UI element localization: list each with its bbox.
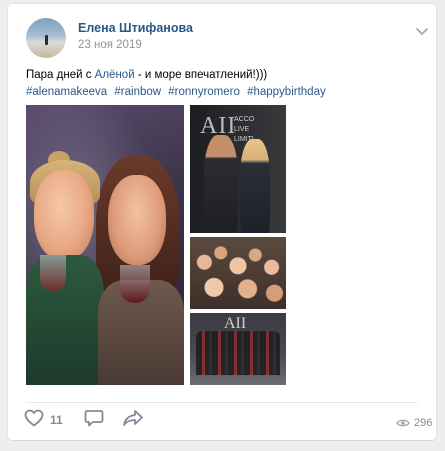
hashtag-link[interactable]: #ronnyromero bbox=[168, 86, 240, 98]
photo-group[interactable]: AII bbox=[190, 313, 286, 385]
hashtag-list: #alenamakeeva #rainbow #ronnyromero #hap… bbox=[26, 86, 326, 98]
heart-icon bbox=[24, 409, 44, 431]
photo-detail bbox=[34, 170, 94, 260]
hashtag-link[interactable]: #alenamakeeva bbox=[26, 86, 107, 98]
share-arrow-icon bbox=[122, 409, 144, 431]
photo-main[interactable] bbox=[26, 105, 184, 385]
photo-detail bbox=[240, 139, 270, 233]
photo-group-selfie[interactable] bbox=[190, 237, 286, 309]
avatar-figure bbox=[45, 35, 48, 45]
post-date[interactable]: 23 ноя 2019 bbox=[78, 39, 142, 51]
views-count: 296 bbox=[414, 416, 433, 429]
photo-couple[interactable]: AII ACCO LIVE LIMITL bbox=[190, 105, 286, 233]
hashtag-link[interactable]: #rainbow bbox=[114, 86, 161, 98]
photo-detail bbox=[108, 175, 166, 265]
photo-detail bbox=[204, 135, 238, 233]
like-count: 11 bbox=[50, 413, 63, 427]
post-text-after: - и море впечатлений!))) bbox=[134, 69, 268, 81]
divider bbox=[26, 402, 418, 403]
chevron-down-icon[interactable] bbox=[416, 22, 428, 35]
photo-slogan-line: ACCO bbox=[234, 116, 255, 123]
photo-slogan-line: LIVE bbox=[234, 126, 250, 133]
post-card: Елена Штифанова 23 ноя 2019 Пара дней с … bbox=[8, 4, 436, 440]
post-text: Пара дней с Алёной - и море впечатлений!… bbox=[26, 69, 267, 81]
share-button[interactable] bbox=[122, 410, 144, 430]
photo-detail bbox=[196, 331, 280, 375]
photo-detail bbox=[120, 265, 150, 303]
hashtag-link[interactable]: #happybirthday bbox=[247, 86, 326, 98]
eye-icon bbox=[396, 413, 410, 432]
comment-button[interactable] bbox=[84, 410, 104, 430]
photo-detail bbox=[190, 237, 286, 309]
photo-detail bbox=[40, 255, 66, 291]
mention-link[interactable]: Алёной bbox=[95, 69, 135, 81]
comment-icon bbox=[84, 409, 104, 431]
views-counter: 296 bbox=[396, 413, 432, 432]
post-text-before: Пара дней с bbox=[26, 69, 95, 81]
like-button[interactable]: 11 bbox=[24, 409, 63, 431]
avatar[interactable] bbox=[26, 18, 66, 58]
author-name[interactable]: Елена Штифанова bbox=[78, 21, 193, 35]
